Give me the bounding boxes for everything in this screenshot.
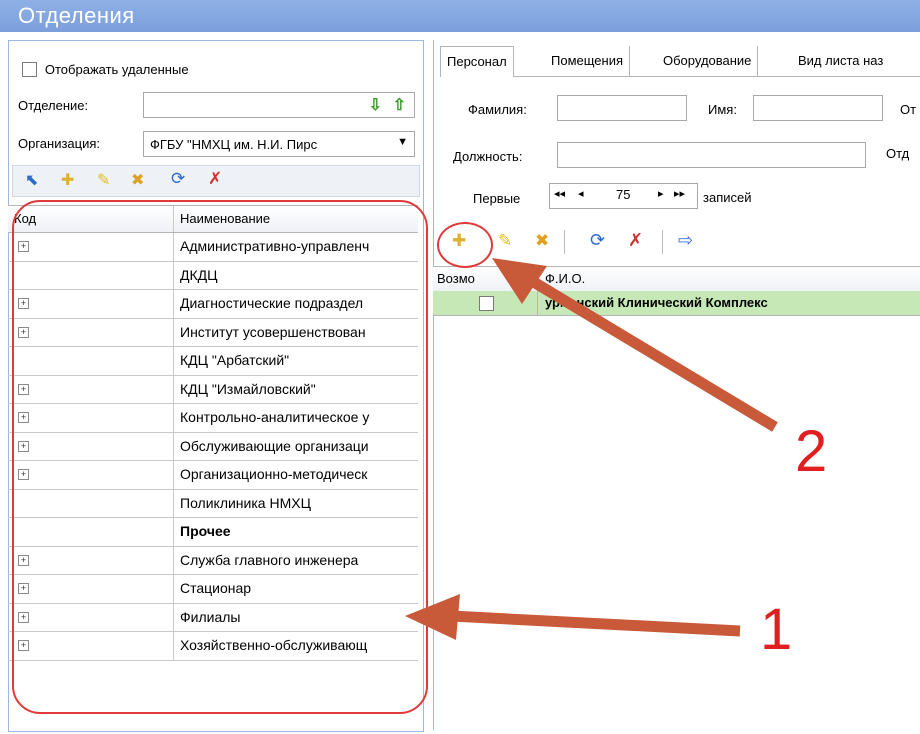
arrow-2-shaft — [514, 267, 778, 432]
annotation-number-2: 2 — [795, 419, 828, 484]
annotation-number-1: 1 — [760, 597, 793, 662]
arrow-1-head — [405, 594, 460, 640]
arrow-1-shaft — [431, 609, 741, 637]
